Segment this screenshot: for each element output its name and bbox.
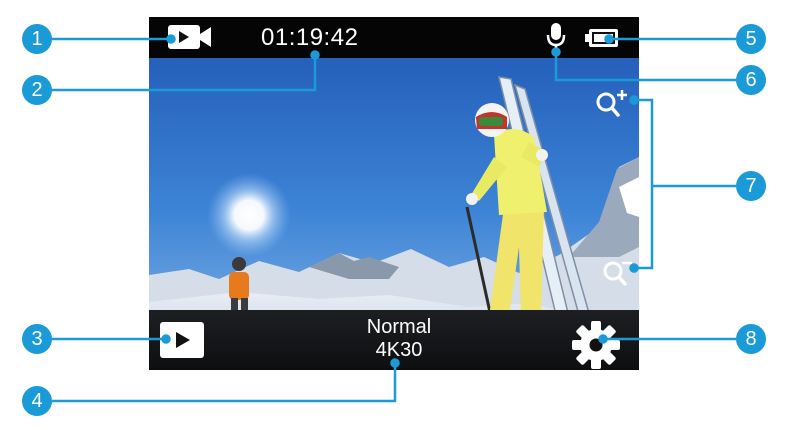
callout-badge: 8 [736, 324, 766, 354]
callout-badge: 4 [22, 386, 52, 416]
callout-badge: 3 [22, 324, 52, 354]
callout-leader-lines [50, 34, 736, 403]
callout-badge: 7 [736, 171, 766, 201]
callout-badge: 5 [736, 24, 766, 54]
callout-badge: 1 [22, 24, 52, 54]
callout-badge: 2 [22, 75, 52, 105]
callout-badge: 6 [736, 65, 766, 95]
